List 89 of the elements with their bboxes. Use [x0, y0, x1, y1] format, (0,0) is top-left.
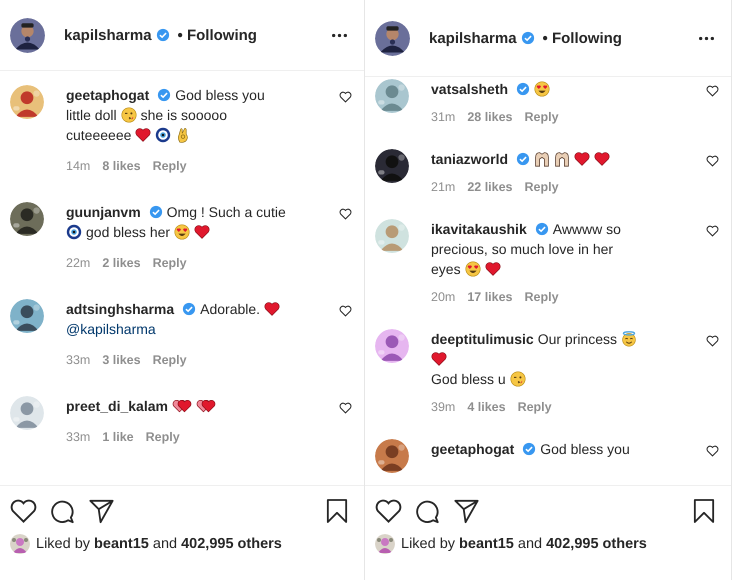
comment-username[interactable]: geetaphogat [431, 441, 514, 457]
profile-username[interactable]: kapilsharma [64, 26, 152, 44]
reply-button[interactable]: Reply [518, 397, 552, 417]
more-options-icon[interactable] [698, 36, 715, 40]
likes-count[interactable]: 2 likes [102, 253, 141, 273]
eye-icon [155, 127, 172, 143]
kissing-face-icon [120, 107, 137, 123]
reply-button[interactable]: Reply [524, 287, 559, 307]
bookmark-icon[interactable] [326, 498, 348, 524]
liked-by-text: Liked by beant15 and 402,995 others [36, 536, 282, 552]
heart-eyes-face-icon [534, 81, 550, 97]
comment-username[interactable]: guunjanvm [66, 204, 141, 220]
comment-time: 39m [431, 399, 456, 416]
heart-eyes-face-icon [174, 224, 190, 240]
comment-time: 21m [431, 179, 456, 196]
heart-icon [135, 127, 152, 143]
heart-icon [264, 301, 280, 317]
comment-text: she is sooooo [140, 107, 227, 123]
likes-count[interactable]: 8 likes [102, 156, 141, 176]
comment-text: cuteeeeee [66, 127, 132, 143]
reply-button[interactable]: Reply [524, 107, 559, 127]
comment-text: God bless you [175, 87, 265, 103]
likes-count[interactable]: 1 like [102, 427, 134, 447]
like-icon[interactable] [706, 225, 719, 237]
eye-icon [66, 224, 82, 240]
mention-link[interactable]: @kapilsharma [66, 321, 156, 337]
comment-username[interactable]: vatsalsheth [431, 81, 508, 97]
like-icon[interactable] [339, 305, 352, 317]
comment-icon[interactable] [414, 498, 441, 524]
heart-icon [194, 224, 210, 240]
following-button[interactable]: • Following [174, 26, 257, 44]
heart-eyes-face-icon [464, 261, 481, 277]
like-icon[interactable] [339, 208, 352, 220]
comment-text: little doll [66, 107, 117, 123]
comment-text: eyes [431, 261, 461, 277]
comment-icon[interactable] [49, 498, 76, 524]
following-button[interactable]: • Following [538, 30, 622, 46]
send-icon[interactable] [88, 498, 115, 524]
halo-face-icon [621, 331, 638, 347]
likes-count[interactable]: 4 likes [467, 397, 506, 417]
likes-count[interactable]: 28 likes [467, 107, 513, 127]
comment-time: 20m [431, 289, 456, 306]
comment-text: Omg ! Such a cutie [166, 204, 286, 220]
reply-button[interactable]: Reply [146, 427, 180, 447]
heart-icon [594, 151, 610, 167]
comment-text: Adorable. [200, 301, 260, 317]
reply-button[interactable]: Reply [152, 156, 187, 176]
reply-button[interactable]: Reply [152, 350, 187, 370]
comment-username[interactable]: preet_di_kalam [66, 398, 168, 414]
like-icon[interactable] [375, 498, 402, 524]
comment-time: 33m [66, 352, 90, 369]
like-icon[interactable] [339, 402, 352, 414]
like-icon[interactable] [706, 335, 719, 347]
comment-text: Our princess [538, 331, 618, 347]
like-icon[interactable] [706, 85, 719, 97]
like-icon[interactable] [706, 155, 719, 167]
comment-username[interactable]: ikavitakaushik [431, 221, 527, 237]
profile-username[interactable]: kapilsharma [429, 30, 517, 46]
bookmark-icon[interactable] [693, 498, 715, 524]
like-icon[interactable] [10, 498, 37, 524]
reply-button[interactable]: Reply [152, 253, 187, 273]
heart-icon [484, 261, 501, 277]
comment-username[interactable]: adtsinghsharma [66, 301, 174, 317]
heart-icon [431, 351, 447, 367]
like-icon[interactable] [339, 91, 352, 103]
send-icon[interactable] [453, 498, 480, 524]
comment-text: precious, so much love in her [431, 241, 614, 257]
hearts-icon [172, 398, 192, 414]
likes-count[interactable]: 22 likes [467, 177, 513, 197]
kissing-face-icon [510, 371, 526, 387]
heart-icon [574, 151, 590, 167]
comment-username[interactable]: geetaphogat [66, 87, 150, 103]
comment-time: 14m [66, 158, 90, 175]
reply-button[interactable]: Reply [524, 177, 559, 197]
comment-username[interactable]: taniazworld [431, 151, 508, 167]
comment-text: Awwww so [552, 221, 621, 237]
comment-time: 31m [431, 109, 456, 126]
liked-by-text: Liked by beant15 and 402,995 others [401, 536, 647, 552]
comment-time: 22m [66, 255, 90, 272]
more-options-icon[interactable] [331, 32, 348, 38]
likes-count[interactable]: 3 likes [102, 350, 141, 370]
comment-time: 33m [66, 429, 90, 446]
likes-count[interactable]: 17 likes [467, 287, 513, 307]
comment-text: god bless her [86, 224, 170, 240]
comment-username[interactable]: deeptitulimusic [431, 331, 534, 347]
comment-text: God bless u [431, 371, 506, 387]
comment-text: God bless you [540, 441, 630, 457]
hearts-icon [196, 398, 216, 414]
like-icon[interactable] [706, 445, 719, 457]
